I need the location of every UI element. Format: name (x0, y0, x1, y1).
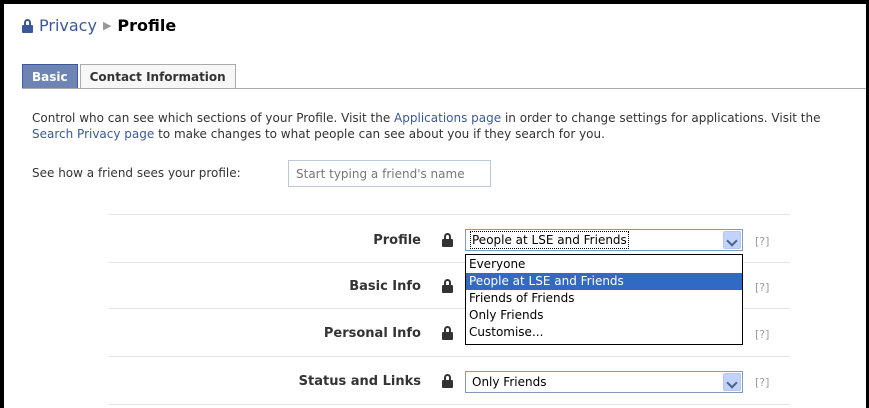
lock-icon (442, 279, 453, 293)
window-border-left (0, 0, 4, 408)
description-text: Control who can see which sections of yo… (32, 110, 832, 142)
setting-label-profile: Profile (373, 233, 421, 248)
dropdown-option[interactable]: Only Friends (466, 307, 742, 324)
chevron-down-icon[interactable] (723, 373, 741, 391)
dropdown-option[interactable]: Everyone (466, 256, 742, 273)
search-privacy-page-link[interactable]: Search Privacy page (32, 127, 154, 141)
tab-basic[interactable]: Basic (22, 64, 78, 88)
tab-contact-information[interactable]: Contact Information (79, 64, 236, 88)
tab-bar: Basic Contact Information (22, 64, 236, 88)
lock-icon (22, 18, 33, 33)
applications-page-link[interactable]: Applications page (394, 111, 501, 125)
help-link[interactable]: [?] (755, 281, 769, 294)
row-divider (108, 356, 790, 357)
setting-label-basic-info: Basic Info (349, 279, 421, 294)
page-title: Profile (117, 16, 177, 35)
lock-icon (442, 374, 453, 388)
dropdown-option[interactable]: Friends of Friends (466, 290, 742, 307)
friend-name-input[interactable] (288, 160, 491, 187)
window-border-top (0, 0, 869, 4)
preview-label: See how a friend sees your profile: (32, 166, 241, 180)
lock-icon (442, 326, 453, 340)
help-link[interactable]: [?] (755, 235, 769, 248)
breadcrumb-privacy-link[interactable]: Privacy (39, 16, 97, 35)
row-divider (108, 214, 790, 215)
description-part: Control who can see which sections of yo… (32, 111, 395, 125)
dropdown-option[interactable]: People at LSE and Friends (466, 273, 742, 290)
help-link[interactable]: [?] (755, 376, 769, 389)
breadcrumb: Privacy ▶ Profile (22, 16, 176, 35)
select-value: People at LSE and Friends (470, 231, 629, 249)
dropdown-option[interactable]: Customise... (466, 324, 742, 341)
select-value: Only Friends (472, 375, 547, 389)
tab-divider (22, 88, 866, 89)
profile-privacy-select[interactable]: People at LSE and Friends (465, 229, 743, 251)
row-divider (108, 404, 790, 405)
chevron-down-icon[interactable] (723, 231, 741, 249)
lock-icon (442, 233, 453, 247)
setting-label-personal-info: Personal Info (323, 326, 421, 341)
description-part: in order to change settings for applicat… (501, 111, 821, 125)
privacy-options-dropdown[interactable]: Everyone People at LSE and Friends Frien… (465, 254, 743, 345)
description-part: to make changes to what people can see a… (154, 127, 605, 141)
status-links-privacy-select[interactable]: Only Friends (465, 371, 743, 393)
help-link[interactable]: [?] (755, 328, 769, 341)
setting-label-status-and-links: Status and Links (298, 374, 421, 389)
breadcrumb-separator-icon: ▶ (102, 19, 112, 32)
